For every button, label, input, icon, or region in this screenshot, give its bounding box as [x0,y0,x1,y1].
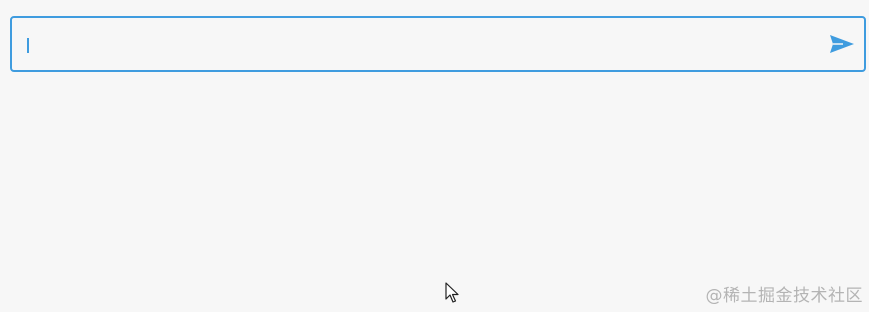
send-button[interactable] [822,18,862,70]
send-icon [830,35,854,53]
message-input-bar [10,16,866,72]
mouse-cursor-icon [445,282,459,303]
message-input[interactable] [12,18,822,70]
text-caret [27,38,29,53]
app-window: @稀土掘金技术社区 [0,0,869,312]
watermark: @稀土掘金技术社区 [705,286,863,306]
